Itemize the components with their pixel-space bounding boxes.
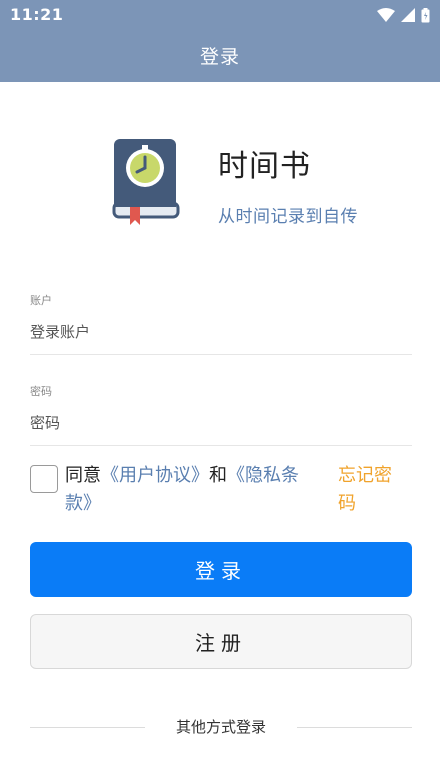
book-clock-logo [112,139,180,225]
wifi-icon [377,8,395,22]
agreement-checkbox[interactable] [30,465,58,493]
agreement-prefix: 同意 [65,465,101,486]
account-divider [30,354,412,355]
signal-icon [401,8,415,22]
status-bar: 11:21 [0,0,440,30]
app-slogan: 从时间记录到自传 [218,207,358,227]
password-input[interactable] [30,406,412,440]
other-login-divider: 其他方式登录 [30,716,412,738]
account-label: 账户 [30,294,52,307]
app-bar: 登录 [0,30,440,82]
app-name: 时间书 [218,149,311,184]
forgot-password-link[interactable]: 忘记密码 [338,462,404,518]
page-title: 登录 [199,46,240,68]
login-button[interactable]: 登录 [30,542,412,597]
password-divider [30,445,412,446]
app-logo [110,137,182,227]
agreement-and: 和 [209,465,227,486]
status-icons [377,7,430,23]
user-agreement-link[interactable]: 《用户协议》 [101,465,209,486]
agreement-row: 同意《用户协议》和《隐私条款》 忘记密码 [30,462,412,522]
battery-icon [421,7,430,22]
divider-line-right [297,727,412,728]
register-button[interactable]: 注册 [30,614,412,669]
account-input[interactable] [30,315,412,349]
agreement-text: 同意《用户协议》和《隐私条款》 [65,462,325,518]
password-label: 密码 [30,385,52,398]
status-time: 11:21 [10,5,64,24]
